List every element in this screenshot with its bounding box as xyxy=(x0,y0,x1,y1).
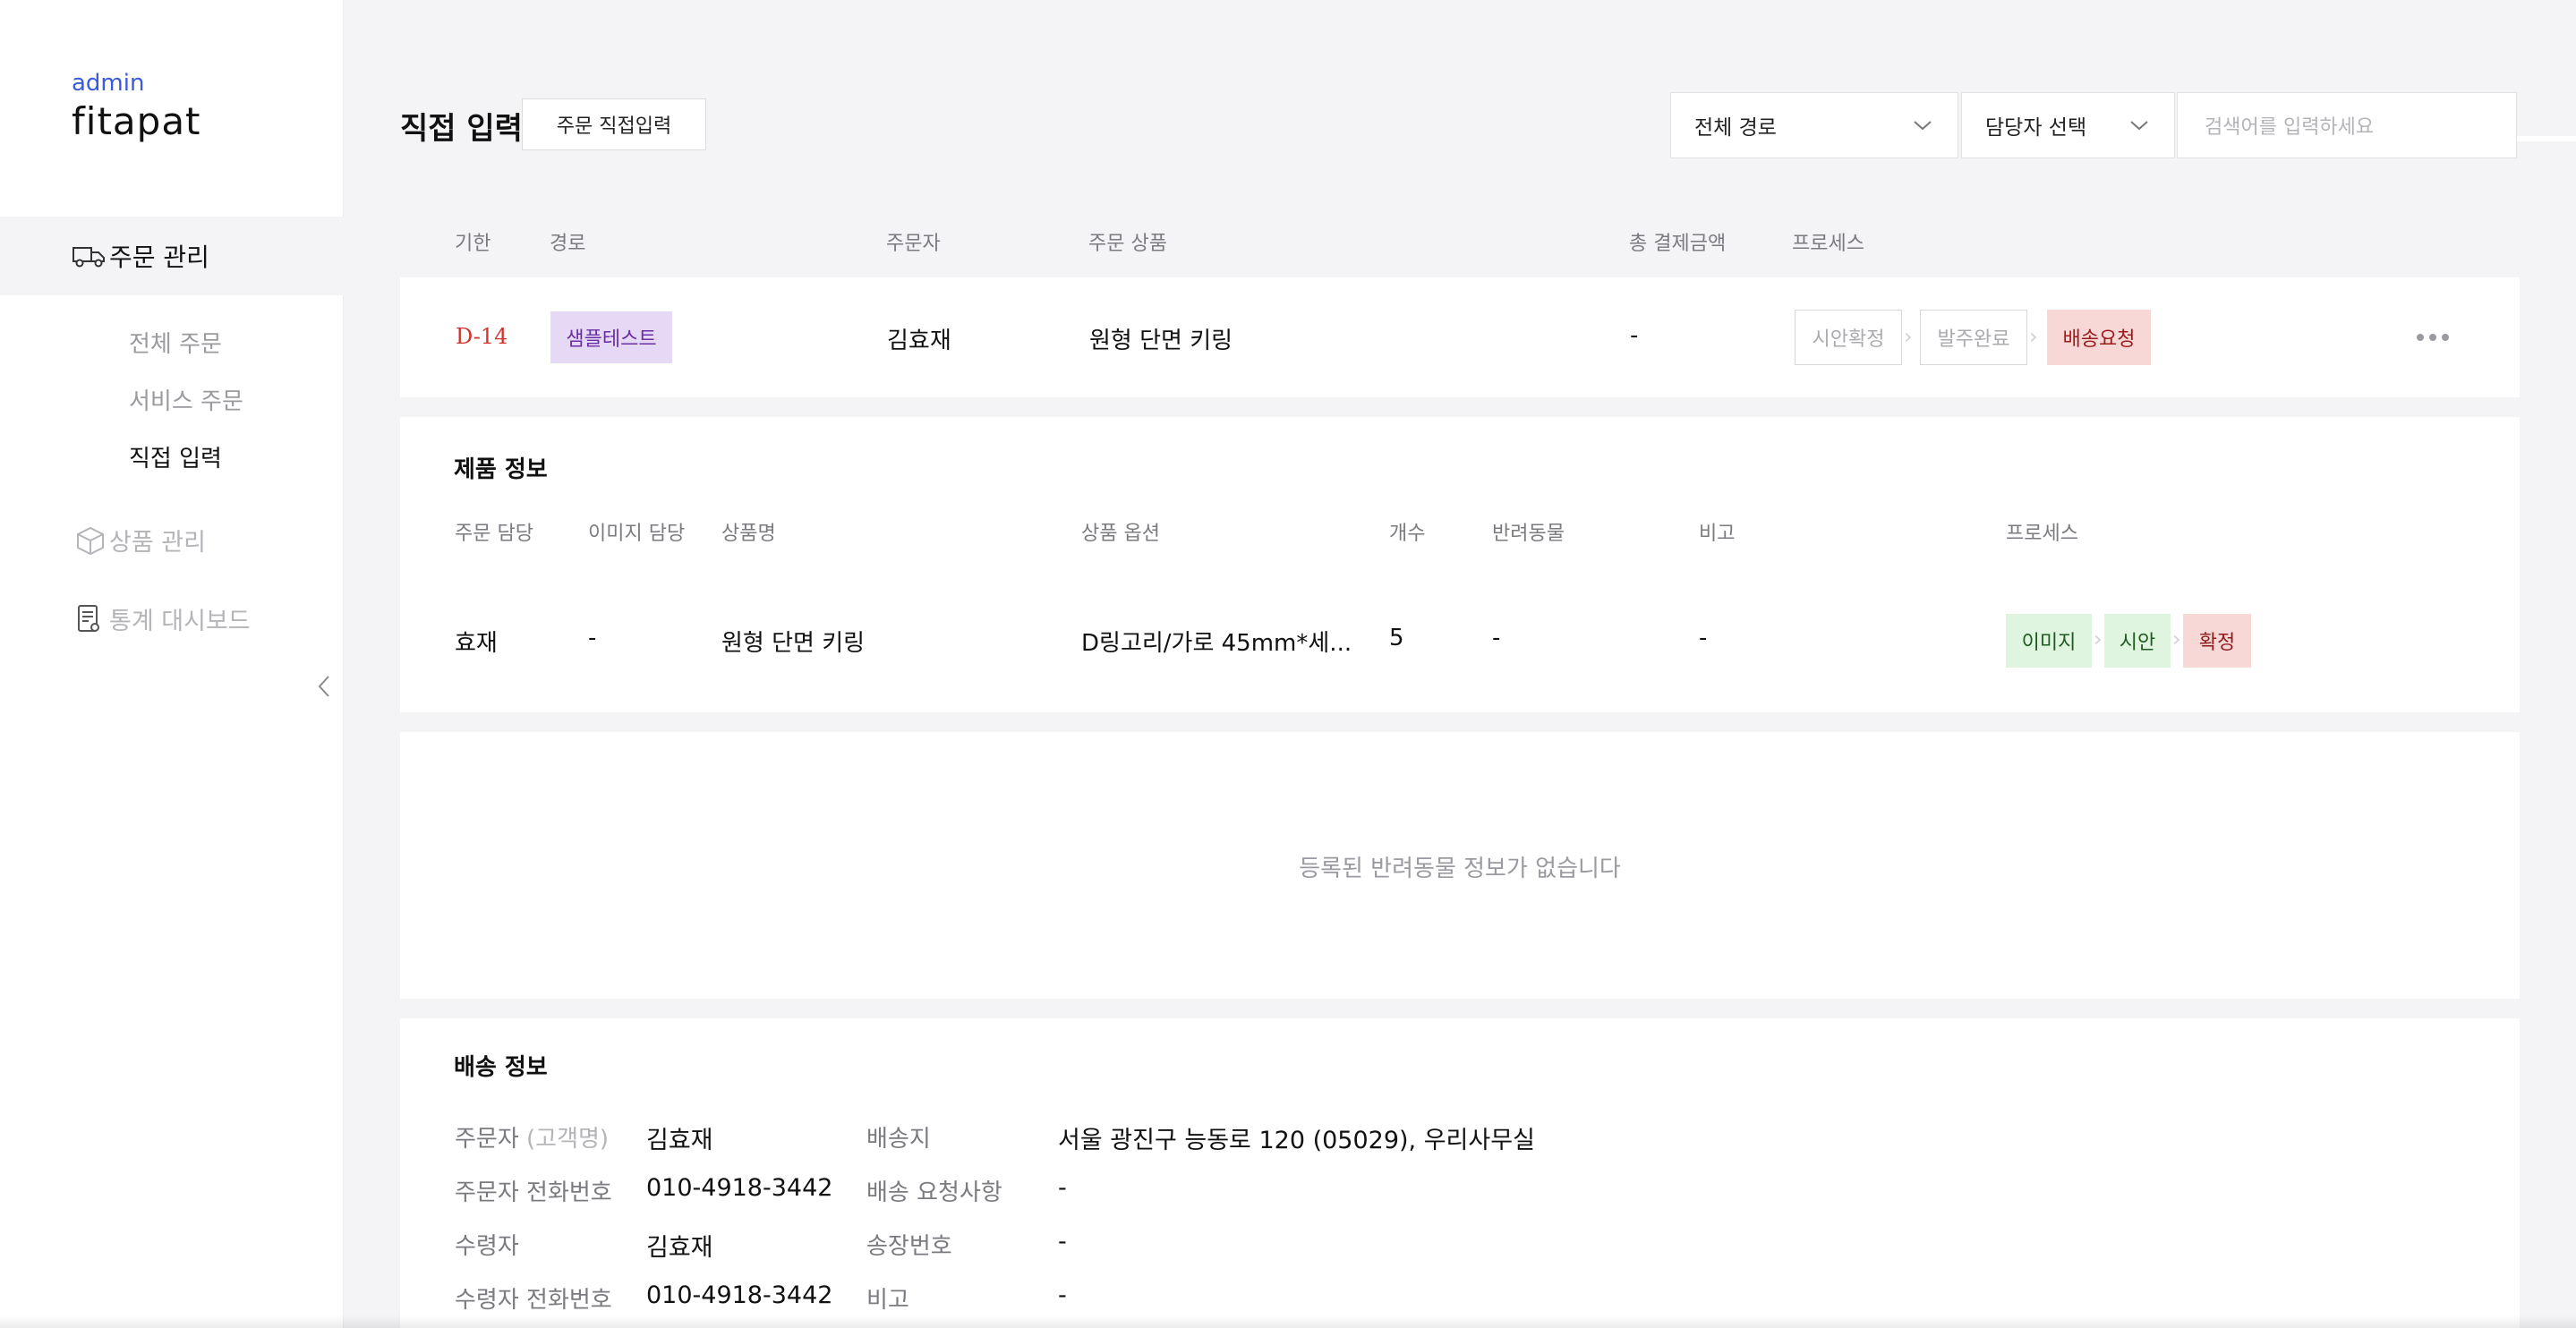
receiver-phone-value: 010-4918-3442 xyxy=(646,1281,833,1309)
brand-logo[interactable]: admin fitapat xyxy=(72,68,201,145)
column-header-pet: 반려동물 xyxy=(1492,523,1565,545)
sidebar-item-order-mgmt[interactable]: 주문 관리 xyxy=(0,217,344,295)
sidebar-item-all-orders[interactable]: 전체 주문 xyxy=(129,326,222,359)
direct-order-button[interactable]: 주문 직접입력 xyxy=(522,98,706,150)
note-value: - xyxy=(1699,625,1708,651)
bottom-shadow xyxy=(0,1315,2576,1328)
sidebar-item-stats[interactable]: 통계 대시보드 xyxy=(75,601,251,636)
more-options-icon[interactable] xyxy=(2417,334,2449,341)
column-header-process: 프로세스 xyxy=(2006,523,2078,545)
section-title: 제품 정보 xyxy=(454,456,548,483)
request-label: 배송 요청사항 xyxy=(866,1179,1002,1206)
step-image[interactable]: 이미지 xyxy=(2006,614,2092,668)
chevron-right-icon: › xyxy=(1904,324,1913,349)
orderer-label-text: 주문자 xyxy=(455,1126,519,1153)
chevron-left-icon xyxy=(318,676,329,697)
receiver-value: 김효재 xyxy=(646,1234,713,1262)
truck-icon xyxy=(72,243,107,269)
total-amount: - xyxy=(1630,322,1639,349)
product-name: 원형 단면 키링 xyxy=(1089,328,1233,354)
note-label: 비고 xyxy=(866,1287,909,1314)
sidebar-item-label: 상품 관리 xyxy=(109,529,206,557)
page-title: 직접 입력 xyxy=(400,111,523,147)
route-select[interactable]: 전체 경로 xyxy=(1670,92,1958,158)
step-draft[interactable]: 시안 xyxy=(2104,614,2171,668)
sidebar-item-direct-input[interactable]: 직접 입력 xyxy=(129,440,222,473)
orderer-label-suffix: (고객명) xyxy=(526,1126,610,1153)
column-header-orderer: 주문자 xyxy=(886,233,941,255)
search-input[interactable]: 검색어를 입력하세요 xyxy=(2177,92,2517,158)
route-tag: 샘플테스트 xyxy=(550,311,672,363)
deadline-badge: D-14 xyxy=(456,324,508,349)
product-count: 5 xyxy=(1389,625,1404,651)
search-placeholder: 검색어를 입력하세요 xyxy=(2205,116,2375,139)
divider xyxy=(2517,136,2576,141)
step-ordered[interactable]: 발주완료 xyxy=(1920,310,2027,365)
column-header-product: 주문 상품 xyxy=(1088,233,1167,255)
column-header-count: 개수 xyxy=(1389,523,1426,545)
request-value: - xyxy=(1058,1174,1067,1202)
pet-value: - xyxy=(1492,625,1501,651)
table-row[interactable]: D-14 샘플테스트 김효재 원형 단면 키링 - 시안확정 › 발주완료 › … xyxy=(400,277,2520,397)
column-header-product-name: 상품명 xyxy=(721,523,776,545)
orderer-phone-value: 010-4918-3442 xyxy=(646,1174,833,1202)
column-header-note: 비고 xyxy=(1699,523,1736,545)
orderer-label: 주문자 (고객명) xyxy=(455,1120,609,1153)
sidebar-item-label: 주문 관리 xyxy=(109,243,209,272)
column-header-order-manager: 주문 담당 xyxy=(455,523,533,545)
brand-role: admin xyxy=(72,70,145,97)
column-header-deadline: 기한 xyxy=(455,233,491,255)
receiver-phone-label: 수령자 전화번호 xyxy=(455,1287,612,1314)
sidebar: admin fitapat 주문 관리 전체 주문 서비스 주문 직접 입력 상… xyxy=(0,0,344,1328)
route-select-value: 전체 경로 xyxy=(1694,116,1777,140)
column-header-option: 상품 옵션 xyxy=(1081,523,1160,545)
orderer-value: 김효재 xyxy=(646,1127,713,1154)
empty-message: 등록된 반려동물 정보가 없습니다 xyxy=(1299,856,1621,882)
image-manager: - xyxy=(588,625,597,651)
box-icon xyxy=(75,524,107,557)
chevron-right-icon: › xyxy=(2172,626,2181,651)
chevron-down-icon xyxy=(2130,121,2148,131)
pet-info-panel: 등록된 반려동물 정보가 없습니다 xyxy=(400,732,2520,999)
order-manager: 효재 xyxy=(455,630,498,657)
product-info-panel: 제품 정보 주문 담당 이미지 담당 상품명 상품 옵션 개수 반려동물 비고 … xyxy=(400,417,2520,712)
product-option: D링고리/가로 45mm*세... xyxy=(1081,630,1352,657)
note-value: - xyxy=(1058,1281,1067,1309)
chevron-right-icon: › xyxy=(2094,626,2103,651)
step-shipping-request[interactable]: 배송요청 xyxy=(2047,310,2151,365)
manager-select[interactable]: 담당자 선택 xyxy=(1961,92,2175,158)
orderer-phone-label: 주문자 전화번호 xyxy=(455,1179,612,1206)
sidebar-item-product-mgmt[interactable]: 상품 관리 xyxy=(75,523,206,558)
address-label: 배송지 xyxy=(866,1126,931,1153)
invoice-label: 송장번호 xyxy=(866,1233,952,1260)
column-header-process: 프로세스 xyxy=(1792,233,1864,255)
chevron-right-icon: › xyxy=(2029,324,2038,349)
invoice-value: - xyxy=(1058,1228,1067,1256)
sidebar-item-label: 통계 대시보드 xyxy=(109,608,251,635)
column-header-image-manager: 이미지 담당 xyxy=(588,523,686,545)
chevron-down-icon xyxy=(1914,121,1932,131)
step-confirmed[interactable]: 확정 xyxy=(2183,614,2251,668)
product-name: 원형 단면 키링 xyxy=(721,630,866,657)
column-header-route: 경로 xyxy=(550,233,586,255)
manager-select-value: 담당자 선택 xyxy=(1985,116,2087,140)
document-icon xyxy=(75,603,107,635)
sidebar-item-service-orders[interactable]: 서비스 주문 xyxy=(129,383,243,416)
orderer-name: 김효재 xyxy=(887,328,951,354)
collapse-sidebar-button[interactable] xyxy=(313,673,335,700)
address-value: 서울 광진구 능동로 120 (05029), 우리사무실 xyxy=(1058,1127,1535,1154)
section-title: 배송 정보 xyxy=(454,1054,548,1081)
step-draft-confirmed[interactable]: 시안확정 xyxy=(1795,310,1902,365)
brand-name: fitapat xyxy=(72,99,201,143)
column-header-total: 총 결제금액 xyxy=(1629,233,1727,255)
shipping-info-panel: 배송 정보 주문자 (고객명) 김효재 주문자 전화번호 010-4918-34… xyxy=(400,1018,2520,1328)
receiver-label: 수령자 xyxy=(455,1233,519,1260)
